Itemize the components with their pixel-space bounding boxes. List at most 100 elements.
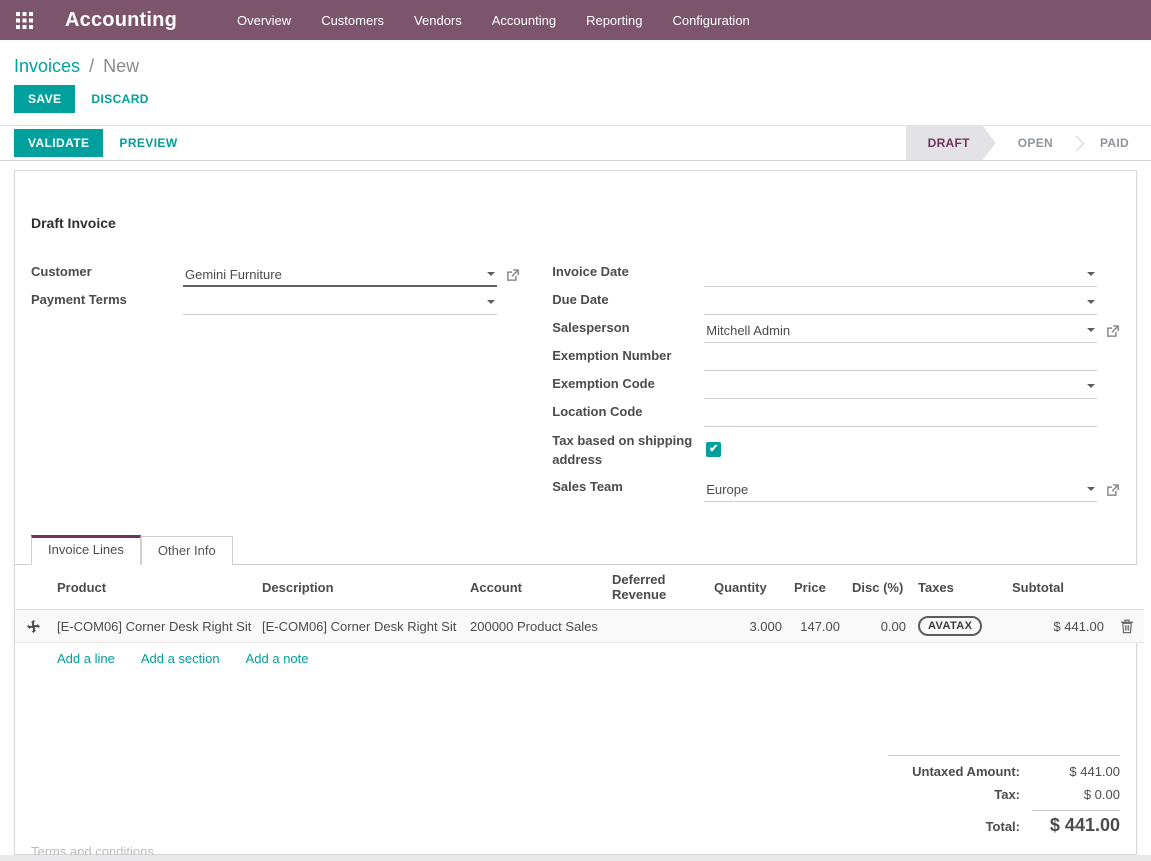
tab-other-info[interactable]: Other Info <box>141 536 233 565</box>
notebook-tabs: Invoice Lines Other Info <box>15 535 1136 565</box>
col-header-taxes[interactable]: Taxes <box>912 565 1006 610</box>
cell-product[interactable]: [E-COM06] Corner Desk Right Sit <box>51 610 256 643</box>
col-header-description[interactable]: Description <box>256 565 464 610</box>
chevron-down-icon[interactable] <box>1087 300 1095 304</box>
external-link-icon[interactable] <box>1105 324 1120 339</box>
salesperson-label: Salesperson <box>552 319 704 343</box>
page-background-strip <box>0 855 1151 861</box>
field-customer: Customer Gemini Furniture <box>31 260 520 287</box>
chevron-down-icon[interactable] <box>1087 328 1095 332</box>
menu-configuration[interactable]: Configuration <box>672 13 749 28</box>
sheet-title: Draft Invoice <box>31 215 1120 231</box>
field-sales-team: Sales Team Europe <box>552 475 1120 502</box>
menu-customers[interactable]: Customers <box>321 13 384 28</box>
save-button[interactable]: SAVE <box>14 85 75 113</box>
tax-shipping-checkbox[interactable]: ✔ <box>706 442 721 457</box>
status-open[interactable]: OPEN <box>996 126 1075 160</box>
menu-overview[interactable]: Overview <box>237 13 291 28</box>
cell-taxes[interactable]: AVATAX <box>912 610 1006 643</box>
cell-disc[interactable]: 0.00 <box>846 610 912 643</box>
statusbar: VALIDATE PREVIEW DRAFT OPEN PAID <box>0 125 1151 161</box>
app-title[interactable]: Accounting <box>65 9 177 32</box>
discard-button[interactable]: DISCARD <box>79 85 160 113</box>
tax-badge[interactable]: AVATAX <box>918 616 982 636</box>
checkmark-icon: ✔ <box>709 444 718 455</box>
exemption-number-input[interactable] <box>704 347 1097 371</box>
due-date-input[interactable] <box>704 291 1097 315</box>
external-link-icon[interactable] <box>1105 483 1120 498</box>
invoice-line-row[interactable]: [E-COM06] Corner Desk Right Sit [E-COM06… <box>15 610 1144 643</box>
col-header-disc[interactable]: Disc (%) <box>846 565 912 610</box>
control-panel-buttons: SAVE DISCARD <box>0 85 1151 125</box>
validate-button[interactable]: VALIDATE <box>14 129 103 157</box>
field-exemption-code: Exemption Code <box>552 372 1120 399</box>
invoice-lines-table: Product Description Account Deferred Rev… <box>15 565 1144 643</box>
tab-invoice-lines[interactable]: Invoice Lines <box>31 535 141 565</box>
customer-value[interactable]: Gemini Furniture <box>185 267 481 282</box>
breadcrumb: Invoices / New <box>0 40 1151 85</box>
col-header-quantity[interactable]: Quantity <box>708 565 788 610</box>
menu-accounting[interactable]: Accounting <box>492 13 556 28</box>
tax-label: Tax: <box>994 787 1020 802</box>
location-code-input[interactable] <box>704 403 1097 427</box>
invoice-sheet: Draft Invoice Customer Gemini Furniture <box>14 170 1137 855</box>
chevron-down-icon[interactable] <box>1087 384 1095 388</box>
menu-reporting[interactable]: Reporting <box>586 13 642 28</box>
breadcrumb-invoices-link[interactable]: Invoices <box>14 56 80 76</box>
menu-vendors[interactable]: Vendors <box>414 13 462 28</box>
field-exemption-number: Exemption Number <box>552 344 1120 371</box>
salesperson-input[interactable]: Mitchell Admin <box>704 319 1097 343</box>
field-salesperson: Salesperson Mitchell Admin <box>552 316 1120 343</box>
col-header-product[interactable]: Product <box>51 565 256 610</box>
breadcrumb-current: New <box>103 56 139 76</box>
tax-shipping-label: Tax based on shipping address <box>552 432 704 470</box>
status-pipeline: DRAFT OPEN PAID <box>906 126 1151 160</box>
col-header-price[interactable]: Price <box>788 565 846 610</box>
cell-price[interactable]: 147.00 <box>788 610 846 643</box>
invoice-date-input[interactable] <box>704 263 1097 287</box>
exemption-number-label: Exemption Number <box>552 347 704 371</box>
field-invoice-date: Invoice Date <box>552 260 1120 287</box>
main-menu: Overview Customers Vendors Accounting Re… <box>237 13 750 28</box>
trash-icon[interactable] <box>1120 619 1134 634</box>
salesperson-value[interactable]: Mitchell Admin <box>706 323 1081 338</box>
cell-deferred-revenue[interactable] <box>606 610 708 643</box>
external-link-icon[interactable] <box>505 268 520 283</box>
untaxed-amount-row: Untaxed Amount: $ 441.00 <box>888 764 1120 779</box>
total-label: Total: <box>986 819 1020 834</box>
payment-terms-label: Payment Terms <box>31 291 183 315</box>
add-a-line-link[interactable]: Add a line <box>57 651 115 666</box>
col-header-deferred-revenue[interactable]: Deferred Revenue <box>606 565 708 610</box>
col-header-account[interactable]: Account <box>464 565 606 610</box>
chevron-down-icon[interactable] <box>487 300 495 304</box>
sales-team-value[interactable]: Europe <box>706 482 1081 497</box>
terms-placeholder[interactable]: Terms and conditions... <box>31 844 165 855</box>
customer-input[interactable]: Gemini Furniture <box>183 263 497 287</box>
payment-terms-input[interactable] <box>183 291 497 315</box>
add-a-section-link[interactable]: Add a section <box>141 651 220 666</box>
totals-summary: Untaxed Amount: $ 441.00 Tax: $ 0.00 Tot… <box>888 755 1120 844</box>
status-paid[interactable]: PAID <box>1078 126 1151 160</box>
due-date-label: Due Date <box>552 291 704 315</box>
chevron-down-icon[interactable] <box>1087 272 1095 276</box>
breadcrumb-separator: / <box>89 56 94 76</box>
col-header-subtotal[interactable]: Subtotal <box>1006 565 1110 610</box>
chevron-down-icon[interactable] <box>1087 487 1095 491</box>
chevron-down-icon[interactable] <box>487 272 495 276</box>
invoice-date-label: Invoice Date <box>552 263 704 287</box>
apps-grid-icon[interactable] <box>16 12 33 29</box>
cell-quantity[interactable]: 3.000 <box>708 610 788 643</box>
line-add-links: Add a line Add a section Add a note <box>15 643 1136 675</box>
status-draft[interactable]: DRAFT <box>906 126 996 160</box>
invoice-form: Customer Gemini Furniture Payment Terms <box>31 260 1120 503</box>
drag-handle-icon[interactable] <box>27 620 40 633</box>
customer-label: Customer <box>31 263 183 287</box>
add-a-note-link[interactable]: Add a note <box>246 651 309 666</box>
exemption-code-input[interactable] <box>704 375 1097 399</box>
cell-description[interactable]: [E-COM06] Corner Desk Right Sit <box>256 610 464 643</box>
top-navbar: Accounting Overview Customers Vendors Ac… <box>0 0 1151 40</box>
untaxed-amount-label: Untaxed Amount: <box>912 764 1020 779</box>
cell-account[interactable]: 200000 Product Sales <box>464 610 606 643</box>
preview-button[interactable]: PREVIEW <box>107 129 189 157</box>
sales-team-input[interactable]: Europe <box>704 478 1097 502</box>
